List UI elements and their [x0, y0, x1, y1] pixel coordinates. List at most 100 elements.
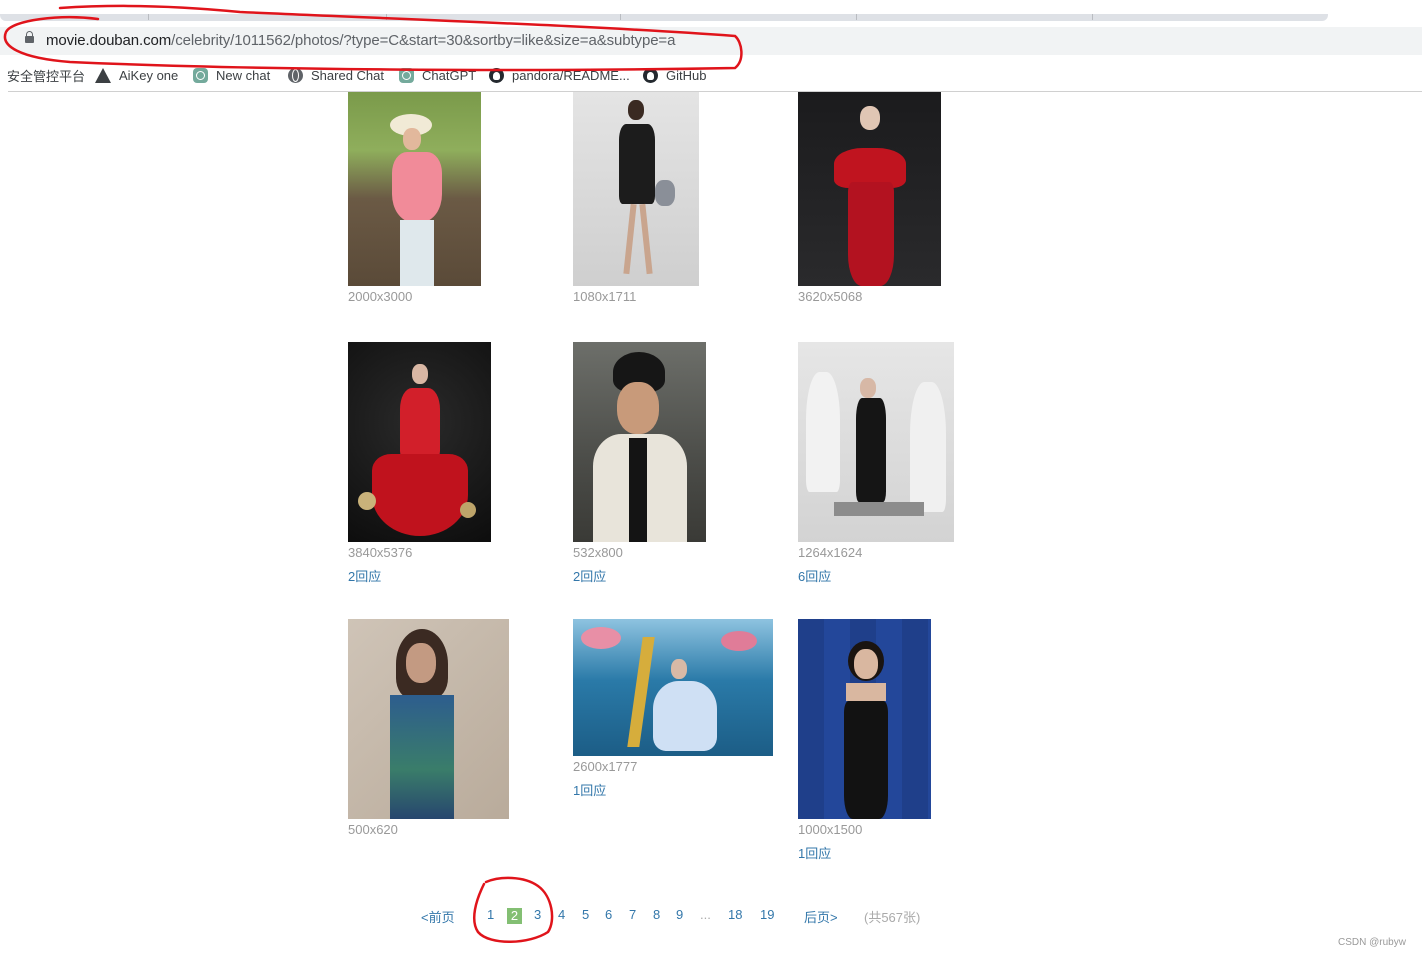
- annotation-overlay: [3, 4, 743, 943]
- photo-thumbnail[interactable]: [798, 92, 941, 286]
- page-link-4[interactable]: 4: [558, 907, 565, 922]
- photo-thumbnail[interactable]: [348, 342, 491, 542]
- reply-count-link[interactable]: 6回应: [798, 566, 831, 585]
- bookmark-label: ChatGPT: [422, 67, 477, 83]
- bag-shape: [655, 180, 675, 206]
- current-page: 2: [507, 908, 522, 924]
- face-shape: [854, 649, 878, 679]
- tab-separator: [148, 14, 149, 20]
- lotus-shape: [581, 627, 621, 649]
- bookmark-chatgpt[interactable]: ChatGPT: [399, 65, 476, 85]
- photo-size: 2600x1777: [573, 759, 638, 774]
- photo-size: 1080x1711: [573, 289, 637, 304]
- face-shape: [403, 128, 421, 150]
- bookmark-shared-chat[interactable]: Shared Chat: [288, 65, 384, 85]
- step-shape: [834, 502, 924, 516]
- face-shape: [617, 382, 659, 434]
- top-shape: [392, 152, 442, 222]
- reply-count-link[interactable]: 2回应: [348, 566, 381, 585]
- address-bar[interactable]: movie.douban.com/celebrity/1011562/photo…: [0, 27, 1422, 55]
- black-dress-shape: [856, 398, 886, 502]
- url-host: movie.douban.com: [46, 32, 172, 49]
- bookmark-aikey[interactable]: AiKey one: [95, 65, 178, 85]
- lotus-shape: [721, 631, 757, 651]
- total-count: (共567张): [864, 910, 921, 925]
- globe-icon: [288, 67, 303, 83]
- prev-page-link[interactable]: <前页: [421, 907, 455, 926]
- photo-thumbnail[interactable]: [573, 92, 699, 286]
- photo-size: 3620x5068: [798, 289, 863, 304]
- next-page-link[interactable]: 后页>: [804, 907, 838, 926]
- bookmark-new-chat[interactable]: New chat: [193, 65, 270, 85]
- reply-count-link[interactable]: 1回应: [573, 780, 606, 799]
- url-text[interactable]: movie.douban.com/celebrity/1011562/photo…: [46, 32, 675, 49]
- bookmarks-bar: 安全管控平台 AiKey one New chat Shared Chat Ch…: [0, 60, 1422, 90]
- tab-separator: [620, 14, 621, 20]
- pants-shape: [400, 220, 434, 286]
- page-link-1[interactable]: 1: [487, 907, 494, 922]
- bookmark-label: pandora/README...: [512, 67, 630, 83]
- photo-size: 3840x5376: [348, 545, 413, 560]
- tab-strip: [0, 0, 1328, 22]
- toolbar-divider: [8, 91, 1422, 92]
- dress-shape: [619, 124, 655, 204]
- bookmark-pandora[interactable]: pandora/README...: [489, 65, 630, 85]
- csdn-watermark: CSDN @rubyw: [1338, 937, 1406, 948]
- page-link-7[interactable]: 7: [629, 907, 636, 922]
- bookmark-label: New chat: [216, 67, 271, 83]
- red-dress-shape: [848, 182, 894, 286]
- page-link-9[interactable]: 9: [676, 907, 683, 922]
- photo-size: 2000x3000: [348, 289, 413, 304]
- page-link-5[interactable]: 5: [582, 907, 589, 922]
- face-shape: [406, 643, 436, 683]
- gown-shape: [653, 681, 717, 751]
- dress-train-shape: [372, 454, 468, 536]
- bookmark-security-platform[interactable]: 安全管控平台: [7, 65, 85, 85]
- tab-separator: [386, 14, 387, 20]
- face-shape: [860, 378, 876, 398]
- photo-thumbnail[interactable]: [798, 342, 954, 542]
- page-ellipsis: ...: [700, 907, 711, 922]
- bookmark-label: Shared Chat: [311, 67, 384, 83]
- face-shape: [412, 364, 428, 384]
- statue-shape: [910, 382, 946, 512]
- shoulders-shape: [846, 683, 886, 701]
- bookmark-label: GitHub: [666, 67, 707, 83]
- pearl-shape: [358, 492, 376, 510]
- url-path: /celebrity/1011562/photos/?type=C&start=…: [171, 32, 676, 49]
- page-link-19[interactable]: 19: [760, 907, 774, 922]
- face-shape: [671, 659, 687, 679]
- black-dress-shape: [844, 701, 888, 819]
- lock-icon[interactable]: [25, 31, 34, 43]
- page-link-3[interactable]: 3: [534, 907, 541, 922]
- photo-thumbnail[interactable]: [573, 619, 773, 756]
- tab-strip-bar: [0, 14, 1328, 21]
- page-link-6[interactable]: 6: [605, 907, 612, 922]
- face-shape: [860, 106, 880, 130]
- patterned-dress-shape: [390, 695, 454, 819]
- photo-thumbnail[interactable]: [348, 92, 481, 286]
- tab-separator: [1092, 14, 1093, 20]
- aikey-icon: [95, 67, 111, 83]
- photo-thumbnail[interactable]: [573, 342, 706, 542]
- photo-thumbnail[interactable]: [348, 619, 509, 819]
- tab-separator: [856, 14, 857, 20]
- photo-size: 1264x1624: [798, 545, 863, 560]
- hair-strand-shape: [629, 438, 647, 542]
- github-icon: [643, 67, 658, 83]
- bookmark-github[interactable]: GitHub: [643, 65, 706, 85]
- github-icon: [489, 67, 504, 83]
- bookmark-label: AiKey one: [119, 67, 179, 83]
- photo-thumbnail[interactable]: [798, 619, 931, 819]
- pearl-shape: [460, 502, 476, 518]
- bookmark-label: 安全管控平台: [7, 68, 86, 84]
- page-link-8[interactable]: 8: [653, 907, 660, 922]
- statue-shape: [806, 372, 840, 492]
- head-shape: [628, 100, 644, 120]
- reply-count-link[interactable]: 2回应: [573, 566, 606, 585]
- chatgpt-icon: [399, 67, 414, 83]
- photo-size: 500x620: [348, 822, 398, 837]
- page-link-18[interactable]: 18: [728, 907, 742, 922]
- photo-size: 1000x1500: [798, 822, 863, 837]
- reply-count-link[interactable]: 1回应: [798, 843, 831, 862]
